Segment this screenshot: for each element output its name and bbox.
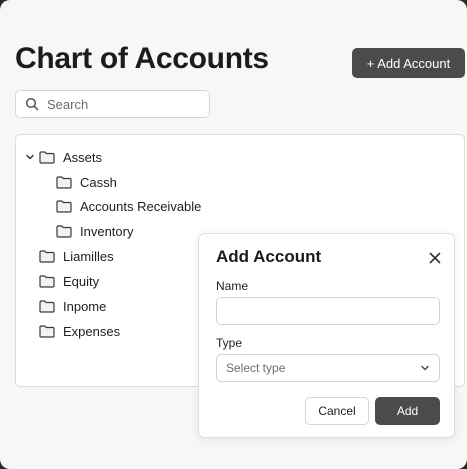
tree-item-label: Inpome — [63, 298, 107, 314]
tree-item-label: Equity — [63, 273, 100, 289]
tree-item-accounts-receivable[interactable]: Accounts Receivable — [56, 196, 201, 216]
folder-icon — [39, 324, 55, 338]
tree-item-inventory[interactable]: Inventory — [56, 221, 133, 241]
chevron-down-icon — [421, 365, 429, 371]
folder-icon — [56, 175, 72, 189]
tree-item-label: Expenses — [63, 323, 121, 339]
tree-item-income[interactable]: Inpome — [39, 296, 106, 316]
type-select[interactable]: Select type — [216, 354, 440, 382]
folder-icon — [39, 150, 55, 164]
tree-item-expenses[interactable]: Expenses — [39, 321, 120, 341]
close-icon — [429, 252, 441, 264]
add-button[interactable]: Add — [375, 397, 440, 425]
tree-item-equity[interactable]: Equity — [39, 271, 99, 291]
folder-icon — [39, 299, 55, 313]
folder-icon — [56, 224, 72, 238]
folder-icon — [39, 249, 55, 263]
search-box[interactable] — [15, 90, 210, 118]
tree-item-cash[interactable]: Cassh — [56, 172, 117, 192]
type-label: Type — [216, 336, 243, 350]
tree-item-label: Cassh — [80, 174, 117, 190]
type-select-placeholder: Select type — [226, 361, 286, 375]
name-input[interactable] — [216, 297, 440, 325]
folder-icon — [56, 199, 72, 213]
tree-item-liabilities[interactable]: Liamilles — [39, 246, 114, 266]
page-title: Chart of Accounts — [15, 42, 269, 75]
close-button[interactable] — [425, 248, 445, 268]
app-window: Chart of Accounts + Add Account Assets C… — [0, 0, 467, 469]
tree-item-label: Accounts Receivable — [80, 198, 202, 214]
add-account-button[interactable]: + Add Account — [352, 48, 465, 78]
search-icon — [25, 97, 39, 111]
add-account-button-label: + Add Account — [366, 55, 451, 71]
folder-icon — [39, 274, 55, 288]
tree-item-label: Liamilles — [63, 248, 114, 264]
search-input[interactable] — [47, 96, 197, 112]
name-label: Name — [216, 279, 249, 293]
tree-item-label: Assets — [63, 149, 103, 165]
chevron-down-icon[interactable] — [25, 152, 35, 162]
tree-item-assets[interactable]: Assets — [25, 147, 102, 167]
modal-title: Add Account — [216, 247, 322, 266]
add-account-modal: Add Account Name Type Select type Cancel… — [198, 233, 455, 438]
tree-item-label: Inventory — [80, 223, 134, 239]
cancel-button[interactable]: Cancel — [305, 397, 369, 425]
